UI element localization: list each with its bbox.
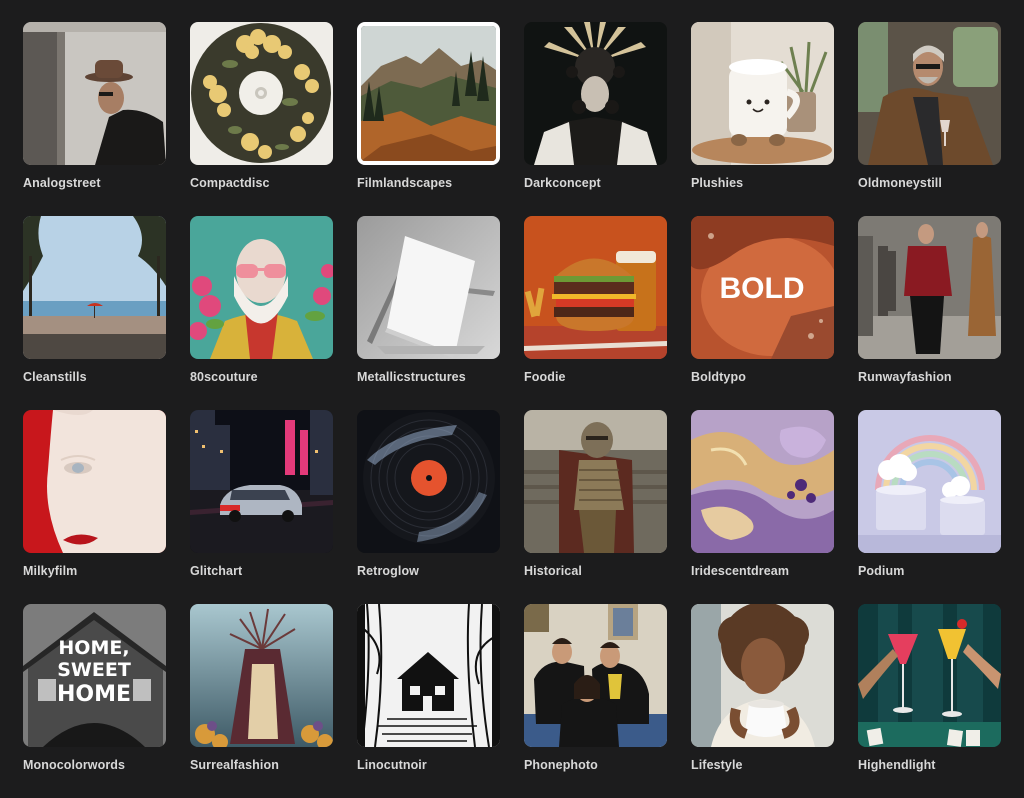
preset-retroglow[interactable]: Retroglow <box>357 410 500 604</box>
preset-historical[interactable]: Historical <box>524 410 667 604</box>
preset-filmlandscapes[interactable]: Filmlandscapes <box>357 22 500 216</box>
preset-label: Compactdisc <box>190 176 270 190</box>
preset-label: Linocutnoir <box>357 758 427 772</box>
style-preset-grid: Analogstreet Compactdisc Filmlandscapes … <box>23 22 1001 798</box>
preset-podium[interactable]: Podium <box>858 410 1001 604</box>
preset-thumbnail <box>190 216 333 359</box>
preset-label: Milkyfilm <box>23 564 78 578</box>
bold-wordmark: BOLD <box>720 272 805 305</box>
preset-thumbnail <box>524 604 667 747</box>
preset-label: Boldtypo <box>691 370 746 384</box>
preset-plushies[interactable]: Plushies <box>691 22 834 216</box>
preset-label: Foodie <box>524 370 566 384</box>
preset-thumbnail <box>190 22 333 165</box>
preset-label: Plushies <box>691 176 744 190</box>
preset-thumbnail <box>524 22 667 165</box>
preset-thumbnail <box>691 410 834 553</box>
preset-iridescentdream[interactable]: Iridescentdream <box>691 410 834 604</box>
preset-thumbnail <box>357 604 500 747</box>
preset-label: Retroglow <box>357 564 420 578</box>
preset-label: Cleanstills <box>23 370 87 384</box>
preset-thumbnail <box>691 604 834 747</box>
preset-phonephoto[interactable]: Phonephoto <box>524 604 667 798</box>
preset-analogstreet[interactable]: Analogstreet <box>23 22 166 216</box>
preset-metallicstructures[interactable]: Metallicstructures <box>357 216 500 410</box>
preset-cleanstills[interactable]: Cleanstills <box>23 216 166 410</box>
preset-label: Surrealfashion <box>190 758 279 772</box>
preset-glitchart[interactable]: Glitchart <box>190 410 333 604</box>
word-sweet: SWEET <box>57 659 131 681</box>
preset-thumbnail <box>858 604 1001 747</box>
preset-boldtypo[interactable]: BOLD Boldtypo <box>691 216 834 410</box>
preset-label: Analogstreet <box>23 176 101 190</box>
preset-thumbnail <box>691 22 834 165</box>
preset-label: Monocolorwords <box>23 758 126 772</box>
preset-label: Glitchart <box>190 564 243 578</box>
preset-label: Oldmoneystill <box>858 176 942 190</box>
preset-thumbnail <box>858 410 1001 553</box>
preset-thumbnail: BOLD <box>691 216 834 359</box>
word-home-2: HOME <box>57 682 131 707</box>
preset-thumbnail <box>23 22 166 165</box>
word-home-1: HOME, <box>58 637 129 659</box>
preset-lifestyle[interactable]: Lifestyle <box>691 604 834 798</box>
preset-thumbnail <box>357 22 500 165</box>
preset-thumbnail <box>524 410 667 553</box>
preset-thumbnail <box>858 22 1001 165</box>
preset-thumbnail <box>357 216 500 359</box>
preset-runwayfashion[interactable]: Runwayfashion <box>858 216 1001 410</box>
preset-compactdisc[interactable]: Compactdisc <box>190 22 333 216</box>
preset-label: Phonephoto <box>524 758 598 772</box>
preset-thumbnail <box>858 216 1001 359</box>
preset-label: Darkconcept <box>524 176 601 190</box>
preset-thumbnail <box>23 216 166 359</box>
preset-label: Highendlight <box>858 758 936 772</box>
preset-thumbnail <box>23 410 166 553</box>
preset-linocutnoir[interactable]: Linocutnoir <box>357 604 500 798</box>
preset-milkyfilm[interactable]: Milkyfilm <box>23 410 166 604</box>
preset-oldmoneystill[interactable]: Oldmoneystill <box>858 22 1001 216</box>
preset-thumbnail <box>190 604 333 747</box>
preset-highendlight[interactable]: Highendlight <box>858 604 1001 798</box>
preset-label: Historical <box>524 564 582 578</box>
preset-foodie[interactable]: Foodie <box>524 216 667 410</box>
preset-thumbnail: HOME, SWEET HOME <box>23 604 166 747</box>
preset-thumbnail <box>524 216 667 359</box>
preset-monocolorwords[interactable]: HOME, SWEET HOME Monocolorwords <box>23 604 166 798</box>
preset-label: Iridescentdream <box>691 564 790 578</box>
preset-darkconcept[interactable]: Darkconcept <box>524 22 667 216</box>
preset-label: Filmlandscapes <box>357 176 453 190</box>
preset-label: Runwayfashion <box>858 370 952 384</box>
preset-thumbnail <box>190 410 333 553</box>
preset-label: 80scouture <box>190 370 258 384</box>
preset-label: Metallicstructures <box>357 370 466 384</box>
preset-label: Podium <box>858 564 905 578</box>
preset-surrealfashion[interactable]: Surrealfashion <box>190 604 333 798</box>
preset-label: Lifestyle <box>691 758 743 772</box>
preset-80scouture[interactable]: 80scouture <box>190 216 333 410</box>
preset-thumbnail <box>357 410 500 553</box>
